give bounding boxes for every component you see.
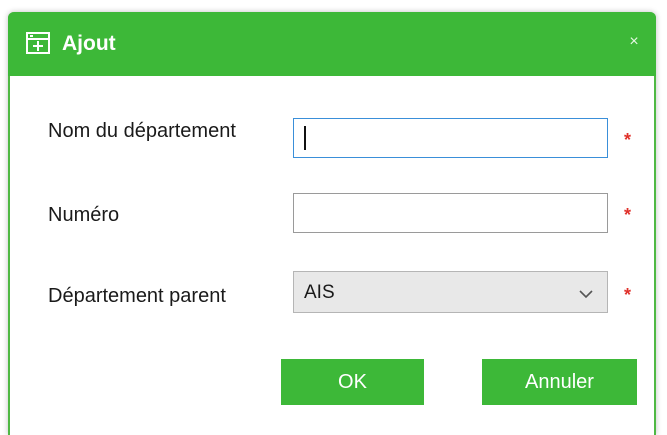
number-input[interactable] xyxy=(293,193,608,233)
dialog-titlebar: Ajout × xyxy=(8,12,656,76)
required-marker: * xyxy=(624,285,632,305)
required-marker: * xyxy=(624,205,632,225)
text-caret xyxy=(304,126,306,150)
add-department-dialog: Ajout × Nom du département * Numéro * Dé… xyxy=(8,12,656,435)
department-name-label: Nom du département xyxy=(48,120,236,142)
parent-department-label: Département parent xyxy=(48,285,226,307)
ok-button[interactable]: OK xyxy=(281,359,424,405)
parent-department-value: AIS xyxy=(304,282,335,303)
dialog-title: Ajout xyxy=(62,32,116,55)
number-label: Numéro xyxy=(48,204,120,226)
add-department-icon xyxy=(26,31,50,55)
required-marker: * xyxy=(624,130,632,150)
parent-department-select[interactable]: AIS xyxy=(293,271,608,313)
department-name-input[interactable] xyxy=(293,118,608,158)
close-icon[interactable]: × xyxy=(626,34,642,50)
chevron-down-icon xyxy=(579,286,593,299)
cancel-button[interactable]: Annuler xyxy=(482,359,637,405)
